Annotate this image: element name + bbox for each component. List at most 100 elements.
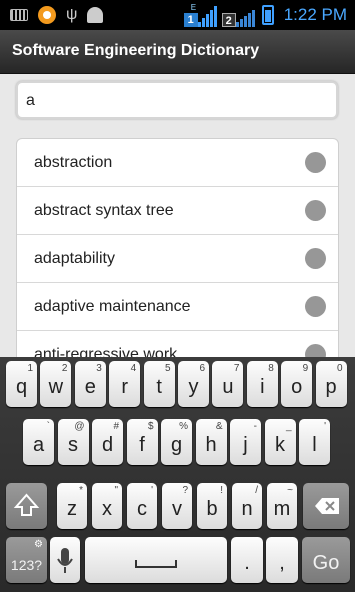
- key-w[interactable]: 2w: [40, 361, 72, 407]
- key-hint: 3: [96, 363, 102, 374]
- keyboard-icon: [10, 9, 28, 21]
- key-u[interactable]: 7u: [212, 361, 244, 407]
- key-label: v: [172, 498, 182, 520]
- key-a[interactable]: ` a: [23, 419, 54, 465]
- key-p[interactable]: 0p: [315, 361, 347, 407]
- android-debug-icon: [87, 7, 104, 23]
- battery-charging-icon: [261, 5, 274, 25]
- key-o[interactable]: 9o: [281, 361, 313, 407]
- key-label: a: [32, 434, 45, 456]
- key-label: n: [241, 498, 253, 520]
- key-i[interactable]: 8i: [246, 361, 278, 407]
- comma-key-label: ,: [279, 552, 285, 574]
- key-l[interactable]: ' l: [299, 419, 330, 465]
- go-key-label: Go: [312, 552, 340, 574]
- key-e[interactable]: 3e: [74, 361, 106, 407]
- key-m[interactable]: ~ m: [267, 483, 297, 529]
- app-title-bar: Software Engineering Dictionary: [0, 30, 355, 74]
- key-hint: ': [324, 421, 326, 432]
- key-label: q: [15, 376, 28, 398]
- symbols-key[interactable]: ⚙ 123?: [6, 537, 47, 583]
- period-key[interactable]: .: [231, 537, 263, 583]
- key-hint: 5: [165, 363, 171, 374]
- favorite-dot-icon[interactable]: [305, 200, 326, 221]
- space-key[interactable]: [85, 537, 227, 583]
- key-r[interactable]: 4r: [109, 361, 141, 407]
- key-d[interactable]: # d: [92, 419, 123, 465]
- key-c[interactable]: ' c: [127, 483, 157, 529]
- key-label: l: [312, 434, 317, 456]
- term-label: abstract syntax tree: [34, 202, 174, 219]
- list-item[interactable]: abstract syntax tree: [17, 187, 338, 235]
- backspace-key[interactable]: [303, 483, 349, 529]
- signal2-icon: 2: [221, 3, 256, 27]
- key-label: i: [260, 376, 265, 398]
- screen: { "status_bar": { "time": "1:22 PM", "ne…: [0, 0, 355, 592]
- key-hint: 8: [268, 363, 274, 374]
- key-label: k: [275, 434, 285, 456]
- key-label: x: [102, 498, 112, 520]
- key-label: e: [84, 376, 96, 398]
- search-input[interactable]: [26, 89, 326, 113]
- key-hint: @: [74, 421, 85, 432]
- key-q[interactable]: 1q: [6, 361, 37, 407]
- comma-key[interactable]: ,: [266, 537, 298, 583]
- period-key-label: .: [244, 552, 250, 574]
- favorite-dot-icon[interactable]: [305, 152, 326, 173]
- key-hint: %: [179, 421, 188, 432]
- key-j[interactable]: -j: [230, 419, 261, 465]
- key-label: z: [67, 498, 77, 520]
- key-b[interactable]: ! b: [197, 483, 227, 529]
- key-label: o: [291, 376, 303, 398]
- key-h[interactable]: & h: [195, 419, 227, 465]
- key-hint: /: [255, 485, 258, 496]
- key-s[interactable]: @ s: [57, 419, 89, 465]
- key-g[interactable]: % g: [161, 419, 192, 465]
- results-list: abstraction abstract syntax tree adaptab…: [16, 138, 339, 368]
- key-z[interactable]: * z: [57, 483, 87, 529]
- list-item[interactable]: adaptive maintenance: [17, 283, 338, 331]
- key-hint: `: [46, 421, 50, 432]
- key-hint: #: [113, 421, 119, 432]
- shift-key[interactable]: [6, 483, 47, 529]
- key-label: p: [325, 376, 337, 398]
- go-key[interactable]: Go: [302, 537, 350, 583]
- key-v[interactable]: ? v: [162, 483, 192, 529]
- symbols-key-label: 123?: [10, 557, 43, 573]
- key-label: m: [273, 498, 291, 520]
- favorite-dot-icon[interactable]: [305, 296, 326, 317]
- key-n[interactable]: / n: [232, 483, 262, 529]
- key-f[interactable]: $ f: [126, 419, 158, 465]
- list-item[interactable]: abstraction: [17, 139, 338, 187]
- key-label: j: [243, 434, 248, 456]
- key-hint: *: [79, 485, 83, 496]
- system-icons: 1 E 2 1:22 PM: [183, 3, 347, 27]
- shift-arrow-icon: [13, 493, 40, 516]
- term-label: abstraction: [34, 154, 113, 171]
- favorite-dot-icon[interactable]: [305, 248, 326, 269]
- key-y[interactable]: 6y: [178, 361, 209, 407]
- key-x[interactable]: " x: [92, 483, 122, 529]
- key-label: r: [121, 376, 129, 398]
- key-hint: ?: [182, 485, 188, 496]
- key-k[interactable]: _ k: [264, 419, 296, 465]
- search-box[interactable]: [16, 81, 338, 119]
- sim2-label: 2: [221, 13, 236, 27]
- term-label: adaptability: [34, 250, 115, 267]
- network-type-label: E: [190, 3, 197, 12]
- clock: 1:22 PM: [283, 5, 347, 24]
- key-label: h: [205, 434, 217, 456]
- key-label: c: [137, 498, 147, 520]
- voice-input-key[interactable]: [50, 537, 80, 583]
- microphone-icon: [57, 548, 73, 573]
- usb-icon: ψ: [66, 6, 78, 23]
- orange-app-icon: [38, 6, 56, 24]
- term-label: adaptive maintenance: [34, 298, 191, 315]
- key-hint: 7: [233, 363, 240, 374]
- key-t[interactable]: 5t: [143, 361, 175, 407]
- key-hint: ": [114, 485, 118, 496]
- list-item[interactable]: adaptability: [17, 235, 338, 283]
- key-hint: 1: [27, 363, 33, 374]
- key-label: w: [48, 376, 64, 398]
- key-label: s: [68, 434, 78, 456]
